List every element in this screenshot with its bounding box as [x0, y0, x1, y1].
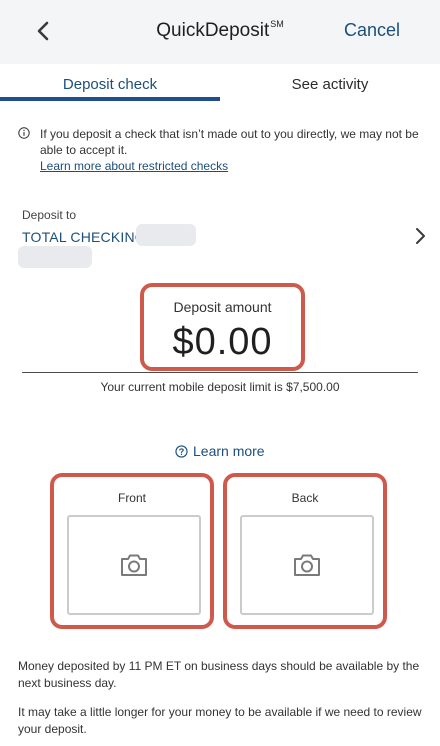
restricted-checks-link[interactable]: Learn more about restricted checks	[40, 158, 228, 174]
account-selector[interactable]: TOTAL CHECKING	[0, 222, 440, 270]
learn-more-link[interactable]: Learn more	[175, 442, 265, 460]
tab-see-activity[interactable]: See activity	[220, 64, 440, 104]
front-check-capture: Front	[50, 473, 214, 629]
redacted-account-number	[136, 224, 196, 246]
account-name: TOTAL CHECKING	[22, 229, 146, 245]
deposit-limit-text: Your current mobile deposit limit is $7,…	[100, 380, 340, 394]
front-label: Front	[117, 491, 146, 505]
back-photo-button[interactable]	[240, 515, 374, 615]
cancel-button[interactable]: Cancel	[344, 20, 400, 41]
redacted-account-balance	[18, 246, 92, 268]
notice-text: If you deposit a check that isn’t made o…	[40, 127, 419, 157]
header-bar: QuickDepositSM Cancel	[0, 0, 440, 64]
back-check-capture: Back	[223, 473, 387, 629]
restricted-checks-notice: If you deposit a check that isn’t made o…	[18, 126, 423, 174]
chevron-right-icon	[416, 228, 425, 244]
quickdeposit-screen: QuickDepositSM Cancel Deposit check See …	[0, 0, 440, 746]
review-note: It may take a little longer for your mon…	[18, 705, 422, 736]
page-title-text: QuickDeposit	[156, 20, 270, 41]
availability-note: Money deposited by 11 PM ET on business …	[18, 659, 420, 690]
camera-icon	[121, 554, 147, 576]
learn-more-label: Learn more	[193, 443, 265, 459]
service-mark: SM	[270, 19, 284, 29]
info-icon	[18, 127, 30, 139]
active-tab-indicator	[0, 97, 220, 101]
deposit-amount-value: $0.00	[172, 321, 273, 363]
deposit-to-label: Deposit to	[22, 208, 77, 222]
camera-icon	[294, 554, 320, 576]
deposit-amount-field[interactable]: Deposit amount $0.00	[140, 283, 305, 371]
amount-divider	[22, 372, 418, 373]
deposit-amount-label: Deposit amount	[173, 299, 272, 315]
back-label: Back	[291, 491, 319, 505]
front-photo-button[interactable]	[67, 515, 201, 615]
help-circle-icon	[175, 444, 188, 458]
